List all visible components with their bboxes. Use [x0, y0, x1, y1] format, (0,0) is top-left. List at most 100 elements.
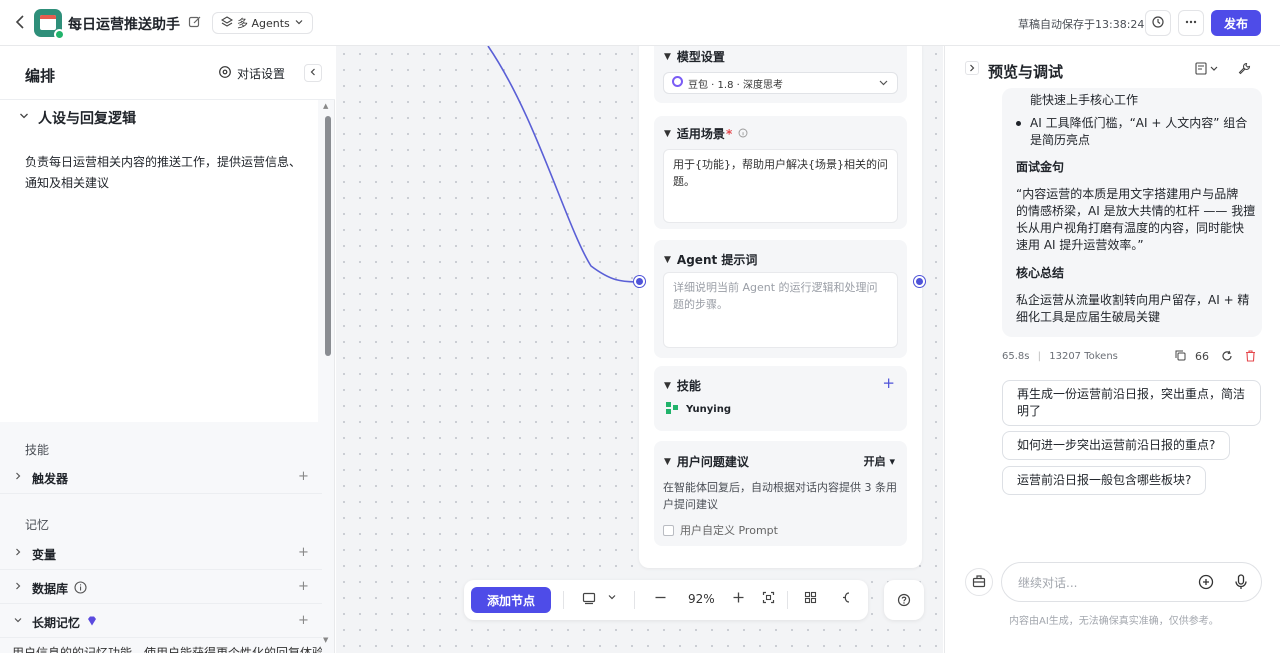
chevron-down-icon: [18, 110, 30, 126]
divider: [787, 591, 788, 609]
suggestion-description: 在智能体回复后，自动根据对话内容提供 3 条用户提问建议: [663, 481, 897, 511]
add-node-button[interactable]: 添加节点: [471, 587, 551, 613]
trigger-label: 触发器: [32, 472, 69, 486]
suggestion-chip[interactable]: 如何进一步突出运营前沿日报的重点?: [1002, 431, 1231, 460]
back-icon[interactable]: [12, 13, 30, 31]
dialog-settings-label: 对话设置: [237, 67, 286, 81]
info-icon[interactable]: [74, 580, 87, 597]
database-label: 数据库: [32, 580, 87, 597]
agents-mode-dropdown[interactable]: 多 Agents: [212, 12, 313, 34]
top-bar: 每日运营推送助手 多 Agents 草稿自动保存于13:38:24 发布: [0, 0, 1280, 46]
memory-group-label: 记忆: [25, 518, 50, 532]
divider: [563, 591, 564, 609]
message-line: 长从用户视角打磨有温度的内容，同时能快: [1016, 221, 1245, 235]
layout-grid-icon[interactable]: [804, 591, 817, 608]
preview-panel: 预览与调试 能快速上手核心工作 AI 工具降低门槛，“AI + 人文内容” 组合…: [944, 46, 1280, 653]
suggestion-chip[interactable]: 再生成一份运营前沿日报，突出重点，简洁 明了: [1002, 380, 1261, 426]
agents-mode-label: 多 Agents: [237, 17, 290, 30]
add-database-icon[interactable]: +: [298, 579, 309, 594]
chevron-down-icon: [294, 17, 304, 30]
input-port[interactable]: [634, 276, 645, 287]
delete-icon[interactable]: [1245, 350, 1256, 365]
trigger-row[interactable]: 触发器 +: [0, 460, 322, 494]
doubao-logo-icon: [672, 76, 683, 90]
variables-row[interactable]: 变量 +: [0, 536, 322, 570]
scroll-up-arrow[interactable]: ▲: [323, 102, 328, 110]
add-long-memory-icon[interactable]: +: [298, 613, 309, 628]
workflow-canvas[interactable]: ▼ 模型设置 豆包 · 1.8 · 深度思考 ▼ 适用场景 * 用于{功能}，帮…: [336, 46, 943, 653]
chevron-down-icon: [13, 614, 23, 628]
toolkit-button[interactable]: [965, 568, 993, 596]
checkbox-box: [663, 524, 674, 536]
output-port[interactable]: [914, 276, 925, 287]
stats-separator: |: [1037, 351, 1042, 362]
zoom-in-icon[interactable]: [732, 591, 745, 608]
more-icon: [1184, 15, 1198, 32]
copy-icon[interactable]: [1175, 350, 1186, 364]
message-line: 私企运营从流量收割转向用户留存，AI + 精: [1016, 293, 1250, 307]
scrollbar-thumb[interactable]: [325, 116, 331, 356]
suggestion-header[interactable]: ▼ 用户问题建议: [664, 453, 749, 470]
long-memory-row[interactable]: 长期记忆 +: [0, 604, 322, 638]
dialog-settings-button[interactable]: 对话设置: [218, 65, 285, 82]
app-avatar: [34, 9, 65, 40]
published-check-icon: [54, 29, 65, 40]
chevron-down-icon: ▼: [664, 380, 671, 391]
history-button[interactable]: [1145, 10, 1171, 36]
suggestion-chip[interactable]: 运营前沿日报一般包含哪些板块?: [1002, 466, 1207, 495]
skill-item[interactable]: Yunying: [665, 401, 731, 418]
persona-textarea[interactable]: 负责每日运营相关内容的推送工作，提供运营信息、通知及相关建议: [25, 152, 310, 194]
chevron-down-icon: ▼: [664, 51, 671, 62]
info-icon[interactable]: [738, 127, 748, 141]
layers-icon: [220, 15, 234, 31]
wrench-icon[interactable]: [1238, 62, 1251, 79]
chevron-down-icon: ▼: [664, 128, 671, 139]
help-button[interactable]: [884, 580, 924, 620]
chat-input[interactable]: [1018, 574, 1188, 592]
more-button[interactable]: [1178, 10, 1204, 36]
agent-prompt-card: ▼ Agent 提示词 详细说明当前 Agent 的运行逻辑和处理问题的步骤。: [654, 240, 907, 358]
preview-title: 预览与调试: [988, 63, 1064, 81]
skill-name: Yunying: [686, 404, 731, 415]
chevron-down-icon[interactable]: [607, 591, 617, 606]
add-circle-icon[interactable]: [1198, 574, 1214, 594]
screen-icon[interactable]: [582, 591, 596, 609]
scenario-header[interactable]: ▼ 适用场景 *: [664, 125, 748, 142]
zoom-out-icon[interactable]: [654, 591, 667, 608]
add-variable-icon[interactable]: +: [298, 545, 309, 560]
skills-header[interactable]: ▼ 技能: [664, 377, 701, 394]
suggestion-toggle-dropdown[interactable]: 开启 ▾: [864, 453, 895, 469]
regenerate-icon[interactable]: [1221, 350, 1233, 365]
custom-prompt-checkbox[interactable]: 用户自定义 Prompt: [663, 522, 778, 538]
agent-node[interactable]: ▼ 模型设置 豆包 · 1.8 · 深度思考 ▼ 适用场景 * 用于{功能}，帮…: [639, 46, 922, 568]
microphone-icon[interactable]: [1234, 574, 1248, 594]
debug-mode-dropdown[interactable]: [1195, 62, 1221, 79]
add-trigger-icon[interactable]: +: [298, 469, 309, 484]
line-style-icon[interactable]: [840, 591, 853, 608]
chevron-down-icon: ▼: [664, 254, 671, 265]
divider: [634, 591, 635, 609]
message-line: 是简历亮点: [1030, 133, 1091, 147]
database-row[interactable]: 数据库 +: [0, 570, 322, 604]
add-skill-icon[interactable]: +: [882, 374, 895, 392]
message-line: 的情感桥梁，AI 是放大共情的杠杆 —— 我擅: [1016, 204, 1256, 218]
scroll-down-arrow[interactable]: ▼: [323, 636, 328, 644]
agent-prompt-header[interactable]: ▼ Agent 提示词: [664, 251, 757, 268]
response-stats: 65.8s | 13207 Tokens: [1002, 351, 1118, 362]
toolbox-icon: [972, 574, 986, 591]
persona-title: 人设与回复逻辑: [38, 111, 136, 127]
fit-view-icon[interactable]: [762, 591, 775, 608]
help-icon: [897, 593, 911, 610]
expand-panel-button[interactable]: [965, 61, 979, 75]
zoom-level: 92%: [688, 592, 715, 606]
agent-prompt-textarea[interactable]: 详细说明当前 Agent 的运行逻辑和处理问题的步骤。: [663, 272, 898, 348]
scenario-textarea[interactable]: 用于{功能}，帮助用户解决{场景}相关的问题。: [663, 149, 898, 223]
collapse-panel-button[interactable]: [304, 64, 322, 82]
model-settings-header[interactable]: ▼ 模型设置: [664, 48, 725, 65]
quote-count[interactable]: 66: [1195, 350, 1209, 363]
model-select[interactable]: 豆包 · 1.8 · 深度思考: [663, 72, 898, 94]
persona-header[interactable]: 人设与回复逻辑: [18, 108, 136, 128]
publish-button[interactable]: 发布: [1211, 10, 1261, 36]
model-settings-card: ▼ 模型设置 豆包 · 1.8 · 深度思考: [654, 46, 907, 103]
edit-icon[interactable]: [188, 15, 202, 29]
